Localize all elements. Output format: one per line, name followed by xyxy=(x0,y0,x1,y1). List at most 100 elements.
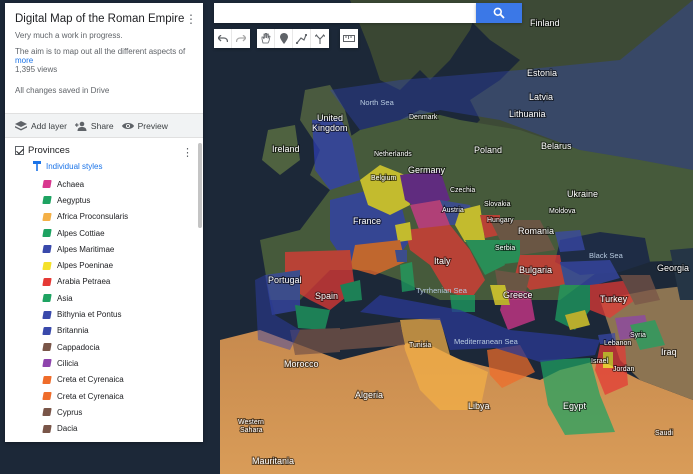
layer-provinces: Provinces ⋮ Individual styles Achaea Aegy… xyxy=(5,138,203,437)
svg-text:North Sea: North Sea xyxy=(360,98,395,107)
svg-text:Ireland: Ireland xyxy=(272,144,300,154)
save-status: All changes saved in Drive xyxy=(15,86,110,95)
individual-styles-link[interactable]: Individual styles xyxy=(33,161,203,171)
province-item[interactable]: Britannia xyxy=(15,323,203,339)
polygon-style-icon[interactable] xyxy=(42,343,52,352)
polygon-style-icon[interactable] xyxy=(42,359,52,368)
map-description: The aim is to map out all the different … xyxy=(15,47,186,56)
svg-text:Moldova: Moldova xyxy=(549,208,576,215)
add-layer-button[interactable]: Add layer xyxy=(15,120,67,131)
svg-text:Belarus: Belarus xyxy=(541,141,572,151)
province-item[interactable]: Africa Proconsularis xyxy=(15,209,203,225)
svg-text:Syria: Syria xyxy=(630,332,646,339)
layer-options-kebab-icon[interactable]: ⋮ xyxy=(182,146,193,159)
polygon-style-icon[interactable] xyxy=(42,392,52,400)
polygon-style-icon[interactable] xyxy=(42,294,52,303)
province-item[interactable]: Arabia Petraea xyxy=(15,274,203,290)
search-input[interactable] xyxy=(214,3,476,23)
svg-text:Bulgaria: Bulgaria xyxy=(519,265,552,275)
svg-text:Tunisia: Tunisia xyxy=(409,342,431,349)
province-east-purple[interactable] xyxy=(555,230,585,252)
more-link[interactable]: more xyxy=(15,56,193,65)
search-button[interactable] xyxy=(476,3,522,23)
svg-text:Turkey: Turkey xyxy=(600,294,628,304)
marker-icon xyxy=(279,33,288,44)
map-options-kebab-icon[interactable]: ⋮ xyxy=(185,12,197,26)
province-item[interactable]: Bithynia et Pontus xyxy=(15,306,203,322)
polygon-style-icon[interactable] xyxy=(42,326,52,335)
province-label: Creta et Cyrenaica xyxy=(57,391,124,401)
svg-text:Libya: Libya xyxy=(468,401,490,411)
svg-text:Ukraine: Ukraine xyxy=(567,189,598,199)
province-item[interactable]: Cappadocia xyxy=(15,339,203,355)
add-layer-label: Add layer xyxy=(31,120,67,131)
province-label: Aegyptus xyxy=(57,195,91,205)
province-item[interactable]: Alpes Cottiae xyxy=(15,225,203,241)
polygon-style-icon[interactable] xyxy=(42,261,52,270)
province-alpes[interactable] xyxy=(395,222,412,242)
svg-text:Lebanon: Lebanon xyxy=(604,340,631,347)
province-label: Alpes Cottiae xyxy=(57,228,105,238)
layer-visibility-checkbox[interactable] xyxy=(15,146,24,155)
svg-text:Spain: Spain xyxy=(315,291,338,301)
undo-icon xyxy=(217,34,228,42)
province-item[interactable]: Achaea xyxy=(15,176,203,192)
panel-scrollbar[interactable] xyxy=(198,143,202,228)
polygon-style-icon[interactable] xyxy=(42,424,52,433)
preview-button[interactable]: Preview xyxy=(121,120,168,131)
province-item[interactable]: Creta et Cyrenaica xyxy=(15,372,203,388)
province-item[interactable]: Asia xyxy=(15,290,203,306)
svg-text:Portugal: Portugal xyxy=(268,275,302,285)
person-add-icon xyxy=(74,121,87,131)
svg-text:Kingdom: Kingdom xyxy=(312,123,348,133)
polygon-style-icon[interactable] xyxy=(42,212,52,221)
polygon-style-icon[interactable] xyxy=(42,408,52,417)
province-item[interactable]: Cilicia xyxy=(15,355,203,371)
draw-line-button[interactable] xyxy=(293,29,311,48)
polygon-style-icon[interactable] xyxy=(42,180,52,189)
svg-text:Saudi: Saudi xyxy=(655,430,673,437)
province-item[interactable]: Alpes Poeninae xyxy=(15,257,203,273)
province-label: Britannia xyxy=(57,326,89,336)
select-pan-button[interactable] xyxy=(257,29,275,48)
drawing-tools-group xyxy=(257,29,329,48)
svg-text:Tyrrhenian Sea: Tyrrhenian Sea xyxy=(416,286,468,295)
add-marker-button[interactable] xyxy=(275,29,293,48)
polygon-style-icon[interactable] xyxy=(42,196,52,205)
preview-label: Preview xyxy=(137,120,168,131)
province-label: Creta et Cyrenaica xyxy=(57,375,124,385)
polygon-style-icon[interactable] xyxy=(42,375,52,384)
polygon-style-icon[interactable] xyxy=(42,310,52,319)
polygon-style-icon[interactable] xyxy=(42,277,52,286)
svg-text:Black Sea: Black Sea xyxy=(589,251,624,260)
province-item[interactable]: Dacia xyxy=(15,420,203,436)
svg-text:Iraq: Iraq xyxy=(661,347,677,357)
redo-button[interactable] xyxy=(232,29,250,48)
province-corsica[interactable] xyxy=(395,250,407,262)
province-label: Arabia Petraea xyxy=(57,277,111,287)
svg-text:United: United xyxy=(317,113,343,123)
svg-text:Hungary: Hungary xyxy=(487,217,514,224)
measure-button[interactable] xyxy=(340,29,358,48)
province-item[interactable]: Cyprus xyxy=(15,404,203,420)
svg-text:Latvia: Latvia xyxy=(529,92,553,102)
svg-text:Estonia: Estonia xyxy=(527,68,557,78)
layer-name[interactable]: Provinces xyxy=(28,145,70,156)
province-item[interactable]: Creta et Cyrenaica xyxy=(15,388,203,404)
map-title[interactable]: Digital Map of the Roman Empire xyxy=(15,13,193,25)
polygon-style-icon[interactable] xyxy=(42,229,52,238)
svg-text:Lithuania: Lithuania xyxy=(509,109,546,119)
map-legend-panel: Digital Map of the Roman Empire Very muc… xyxy=(5,3,203,442)
polygon-style-icon[interactable] xyxy=(42,245,52,254)
province-label: Achaea xyxy=(57,179,85,189)
province-list: Achaea Aegyptus Africa Proconsularis Alpes … xyxy=(15,176,203,437)
share-button[interactable]: Share xyxy=(74,121,114,131)
add-directions-button[interactable] xyxy=(311,29,329,48)
province-label: Cappadocia xyxy=(57,342,100,352)
search-icon xyxy=(493,7,505,19)
undo-button[interactable] xyxy=(214,29,232,48)
svg-text:Sahara: Sahara xyxy=(240,427,263,434)
svg-text:Algeria: Algeria xyxy=(355,390,383,400)
province-item[interactable]: Alpes Maritimae xyxy=(15,241,203,257)
province-item[interactable]: Aegyptus xyxy=(15,192,203,208)
